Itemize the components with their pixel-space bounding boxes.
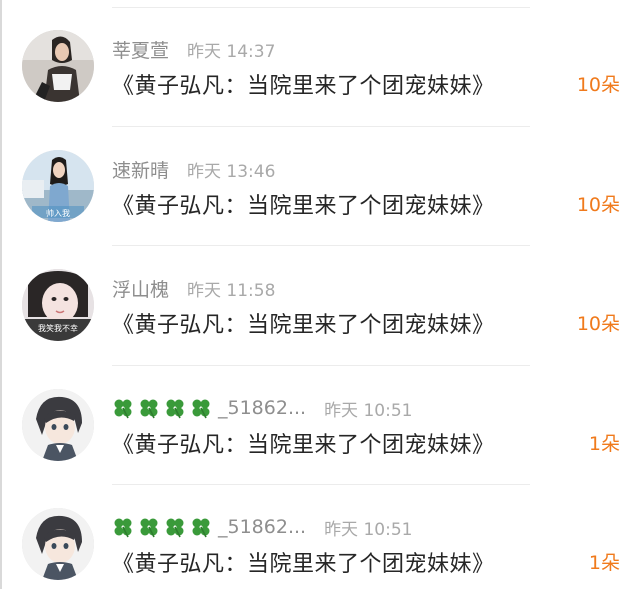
avatar-photo-girl-dark-hair-icon: [22, 30, 94, 102]
message-text: 《黄子弘凡：当院里来了个团宠妹妹》: [112, 194, 495, 219]
username[interactable]: _51862...: [218, 397, 306, 419]
avatar[interactable]: 帅入我: [22, 150, 94, 222]
username[interactable]: 浮山槐: [112, 275, 169, 302]
gift-count: 1朵: [588, 552, 620, 574]
divider: [112, 126, 530, 127]
message-text: 《黄子弘凡：当院里来了个团宠妹妹》: [112, 313, 495, 338]
timestamp: 昨天 11:58: [187, 280, 276, 301]
message-text: 《黄子弘凡：当院里来了个团宠妹妹》: [112, 552, 495, 577]
entry-meta: 速新晴 昨天 13:46: [112, 156, 275, 182]
divider: [112, 484, 530, 485]
avatar[interactable]: [22, 30, 94, 102]
avatar-caption: 我笑我不幸: [38, 323, 78, 333]
gift-count: 10朵: [576, 194, 620, 216]
list-item[interactable]: 我笑我不幸 浮山槐 昨天 11:58 《黄子弘凡：当院里来了个团宠妹妹》 10朵: [0, 239, 640, 359]
four-leaf-clover-icon: [112, 397, 134, 419]
timestamp: 昨天 10:51: [324, 400, 413, 421]
avatar-anime-boy-icon: [22, 389, 94, 461]
four-leaf-clover-icon: [112, 516, 134, 538]
username[interactable]: 速新晴: [112, 156, 169, 183]
entry-meta: 浮山槐 昨天 11:58: [112, 275, 275, 301]
avatar[interactable]: [22, 508, 94, 580]
timestamp: 昨天 14:37: [187, 41, 276, 62]
avatar[interactable]: 我笑我不幸: [22, 269, 94, 341]
avatar-anime-boy-icon: [22, 508, 94, 580]
clover-badge-group: [112, 516, 216, 538]
list-item[interactable]: 莘夏萱 昨天 14:37 《黄子弘凡：当院里来了个团宠妹妹》 10朵: [0, 0, 640, 120]
divider: [112, 365, 530, 366]
message-text: 《黄子弘凡：当院里来了个团宠妹妹》: [112, 74, 495, 99]
timestamp: 昨天 13:46: [187, 161, 276, 182]
four-leaf-clover-icon: [138, 397, 160, 419]
avatar-caption: 帅入我: [46, 208, 70, 218]
entry-meta: _51862... 昨天 10:51: [112, 395, 412, 421]
gift-count: 1朵: [588, 433, 620, 455]
list-item[interactable]: _51862... 昨天 10:51 《黄子弘凡：当院里来了个团宠妹妹》 1朵: [0, 359, 640, 479]
username[interactable]: _51862...: [218, 516, 306, 538]
four-leaf-clover-icon: [164, 516, 186, 538]
gift-count: 10朵: [576, 313, 620, 335]
four-leaf-clover-icon: [190, 516, 212, 538]
clover-badge-group: [112, 397, 216, 419]
four-leaf-clover-icon: [190, 397, 212, 419]
message-text: 《黄子弘凡：当院里来了个团宠妹妹》: [112, 433, 495, 458]
four-leaf-clover-icon: [138, 516, 160, 538]
gift-count: 10朵: [576, 74, 620, 96]
gift-record-list: 莘夏萱 昨天 14:37 《黄子弘凡：当院里来了个团宠妹妹》 10朵 帅入我 速…: [0, 0, 640, 589]
list-item[interactable]: _51862... 昨天 10:51 《黄子弘凡：当院里来了个团宠妹妹》 1朵: [0, 478, 640, 598]
avatar[interactable]: [22, 389, 94, 461]
entry-meta: _51862... 昨天 10:51: [112, 514, 412, 540]
timestamp: 昨天 10:51: [324, 519, 413, 540]
divider: [112, 245, 530, 246]
avatar-photo-girl-closeup-icon: 我笑我不幸: [22, 269, 94, 341]
divider: [112, 7, 530, 8]
list-item[interactable]: 帅入我 速新晴 昨天 13:46 《黄子弘凡：当院里来了个团宠妹妹》 10朵: [0, 120, 640, 240]
avatar-photo-girl-outdoor-icon: 帅入我: [22, 150, 94, 222]
username[interactable]: 莘夏萱: [112, 36, 169, 63]
entry-meta: 莘夏萱 昨天 14:37: [112, 36, 275, 62]
four-leaf-clover-icon: [164, 397, 186, 419]
